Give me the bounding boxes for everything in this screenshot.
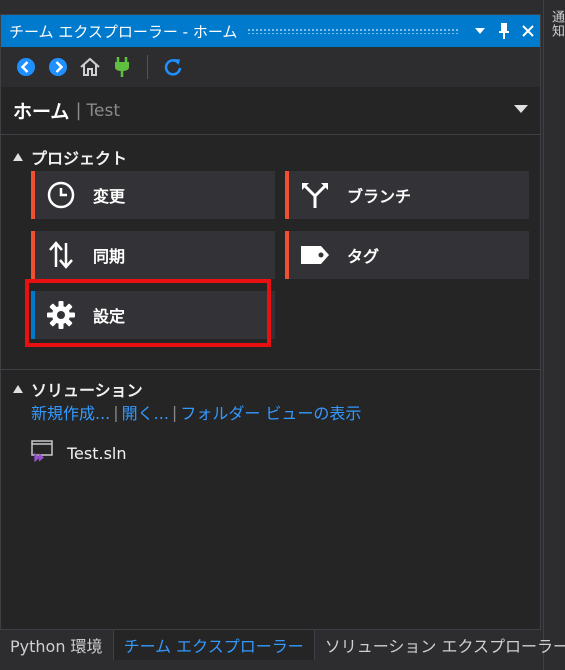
solution-section-title: ソリューション [31,381,143,400]
tab-python-environments[interactable]: Python 環境 [0,630,113,660]
side-panel-strip[interactable]: 通知 [543,0,565,670]
solution-links: 新規作成... | 開く... | フォルダー ビューの表示 [31,400,361,424]
connect-icon[interactable] [109,54,135,80]
link-separator: | [171,402,178,422]
forward-icon[interactable] [45,54,71,80]
project-section-title: プロジェクト [31,149,128,168]
settings-highlight-box [25,279,271,347]
close-icon[interactable] [516,19,540,43]
chevron-down-icon[interactable] [468,19,492,43]
new-solution-link[interactable]: 新規作成... [31,400,110,424]
refresh-icon[interactable] [160,54,186,80]
changes-tile[interactable]: 変更 [31,171,275,219]
tab-solution-explorer[interactable]: ソリューション エクスプローラー [315,630,565,660]
toolbar-separator [147,55,148,79]
link-separator: | [113,402,119,422]
clock-icon [35,171,87,219]
page-title: ホーム [13,101,70,123]
section-divider [1,369,540,370]
sync-tile[interactable]: 同期 [31,231,275,279]
team-explorer-window: チーム エクスプローラー - ホーム ホーム | Test プロジェクト 変更 … [0,14,541,630]
solution-section-header[interactable]: ソリューション [13,377,143,401]
solution-item[interactable]: Test.sln [31,440,127,466]
solution-file-icon [31,440,55,466]
window-title: チーム エクスプローラー - ホーム [9,22,238,41]
project-name: Test [86,100,120,121]
header-separator: | [75,100,82,121]
branches-tile[interactable]: ブランチ [285,171,529,219]
title-bar: チーム エクスプローラー - ホーム [1,15,540,47]
tag-icon [289,231,341,279]
solution-name: Test.sln [67,443,127,463]
toolbar [1,47,540,87]
tags-tile[interactable]: タグ [285,231,529,279]
home-icon[interactable] [77,54,103,80]
tile-label: ブランチ [347,187,412,206]
tile-label: 変更 [93,187,126,206]
pin-icon[interactable] [492,19,516,43]
back-icon[interactable] [13,54,39,80]
collapse-triangle-icon[interactable] [13,385,23,393]
title-grip[interactable] [247,28,460,34]
notifications-tab-label[interactable]: 通知 [547,10,565,38]
page-header: ホーム | Test [1,87,540,135]
open-solution-link[interactable]: 開く... [122,400,169,424]
page-dropdown-icon[interactable] [514,105,528,113]
collapse-triangle-icon[interactable] [13,153,23,161]
branch-icon [289,171,341,219]
tile-label: タグ [347,247,380,266]
tile-label: 同期 [93,247,126,266]
tab-team-explorer[interactable]: チーム エクスプローラー [112,630,315,660]
sync-arrows-icon [35,231,87,279]
bottom-tab-strip: Python 環境 チーム エクスプローラー ソリューション エクスプローラー [0,630,565,670]
folder-view-link[interactable]: フォルダー ビューの表示 [180,400,361,424]
project-section-header[interactable]: プロジェクト [13,145,127,169]
